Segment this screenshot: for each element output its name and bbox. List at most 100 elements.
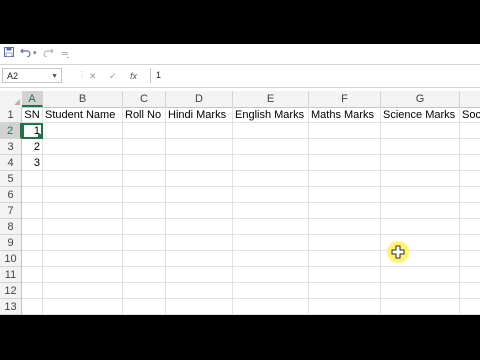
cell-e9[interactable] (233, 235, 309, 251)
column-header-h[interactable] (460, 91, 480, 107)
row-header-4[interactable]: 4 (0, 155, 22, 171)
cell-d12[interactable] (166, 283, 233, 299)
cell-c2[interactable] (123, 123, 166, 139)
cell-f8[interactable] (309, 219, 381, 235)
cell-a13[interactable] (22, 299, 43, 315)
cell-d4[interactable] (166, 155, 233, 171)
cell-h6[interactable] (460, 187, 480, 203)
row-header-12[interactable]: 12 (0, 283, 22, 299)
cell-g6[interactable] (381, 187, 460, 203)
chevron-down-icon[interactable]: ▼ (51, 69, 58, 84)
cell-f11[interactable] (309, 267, 381, 283)
cell-c13[interactable] (123, 299, 166, 315)
cell-a7[interactable] (22, 203, 43, 219)
cell-d10[interactable] (166, 251, 233, 267)
cell-c7[interactable] (123, 203, 166, 219)
cell-g1[interactable]: Science Marks (381, 107, 460, 123)
cell-e12[interactable] (233, 283, 309, 299)
cell-g13[interactable] (381, 299, 460, 315)
undo-dropdown-icon[interactable]: ▾ (33, 47, 37, 61)
cell-h4[interactable] (460, 155, 480, 171)
cell-e6[interactable] (233, 187, 309, 203)
cell-e1[interactable]: English Marks (233, 107, 309, 123)
cell-f12[interactable] (309, 283, 381, 299)
cell-e13[interactable] (233, 299, 309, 315)
cell-b1[interactable]: Student Name (43, 107, 123, 123)
row-header-5[interactable]: 5 (0, 171, 22, 187)
cell-d5[interactable] (166, 171, 233, 187)
name-box[interactable]: A2 ▼ (2, 68, 62, 83)
cell-g4[interactable] (381, 155, 460, 171)
save-icon[interactable] (4, 47, 14, 61)
cell-d8[interactable] (166, 219, 233, 235)
cell-g3[interactable] (381, 139, 460, 155)
cell-g12[interactable] (381, 283, 460, 299)
cell-h1[interactable]: Soc (460, 107, 480, 123)
cell-f9[interactable] (309, 235, 381, 251)
cancel-icon[interactable]: ✕ (89, 69, 97, 83)
customize-icon[interactable]: ═̱ (62, 47, 68, 61)
cell-a8[interactable] (22, 219, 43, 235)
cell-c3[interactable] (123, 139, 166, 155)
cell-e10[interactable] (233, 251, 309, 267)
row-header-6[interactable]: 6 (0, 187, 22, 203)
cell-f6[interactable] (309, 187, 381, 203)
cell-d3[interactable] (166, 139, 233, 155)
insert-function-icon[interactable]: fx (130, 69, 137, 83)
cell-b3[interactable] (43, 139, 123, 155)
cell-h3[interactable] (460, 139, 480, 155)
cell-e2[interactable] (233, 123, 309, 139)
cell-c5[interactable] (123, 171, 166, 187)
cell-c12[interactable] (123, 283, 166, 299)
cell-f1[interactable]: Maths Marks (309, 107, 381, 123)
cell-f13[interactable] (309, 299, 381, 315)
cell-a10[interactable] (22, 251, 43, 267)
cell-b13[interactable] (43, 299, 123, 315)
cell-b9[interactable] (43, 235, 123, 251)
cell-h12[interactable] (460, 283, 480, 299)
cell-h2[interactable] (460, 123, 480, 139)
cell-b8[interactable] (43, 219, 123, 235)
row-header-2[interactable]: 2 (0, 123, 22, 139)
cell-g8[interactable] (381, 219, 460, 235)
cell-d11[interactable] (166, 267, 233, 283)
cell-b10[interactable] (43, 251, 123, 267)
cell-c8[interactable] (123, 219, 166, 235)
cell-c6[interactable] (123, 187, 166, 203)
cell-a1[interactable]: SN (22, 107, 43, 123)
cell-a12[interactable] (22, 283, 43, 299)
cell-b4[interactable] (43, 155, 123, 171)
cell-c9[interactable] (123, 235, 166, 251)
row-header-8[interactable]: 8 (0, 219, 22, 235)
cell-e8[interactable] (233, 219, 309, 235)
column-header-a[interactable]: A (22, 91, 43, 107)
cell-c4[interactable] (123, 155, 166, 171)
row-header-11[interactable]: 11 (0, 267, 22, 283)
cell-d13[interactable] (166, 299, 233, 315)
cell-d6[interactable] (166, 187, 233, 203)
cell-a6[interactable] (22, 187, 43, 203)
cell-g5[interactable] (381, 171, 460, 187)
cell-a2[interactable]: 1 (22, 123, 43, 139)
row-header-13[interactable]: 13 (0, 299, 22, 315)
row-header-7[interactable]: 7 (0, 203, 22, 219)
cell-f10[interactable] (309, 251, 381, 267)
column-header-d[interactable]: D (166, 91, 233, 107)
cell-h10[interactable] (460, 251, 480, 267)
cell-h13[interactable] (460, 299, 480, 315)
cell-c11[interactable] (123, 267, 166, 283)
cell-f4[interactable] (309, 155, 381, 171)
column-header-f[interactable]: F (309, 91, 381, 107)
cell-b6[interactable] (43, 187, 123, 203)
cell-h9[interactable] (460, 235, 480, 251)
cell-g7[interactable] (381, 203, 460, 219)
cell-e5[interactable] (233, 171, 309, 187)
cell-b12[interactable] (43, 283, 123, 299)
cell-e11[interactable] (233, 267, 309, 283)
cell-h7[interactable] (460, 203, 480, 219)
formula-input[interactable]: 1 (150, 68, 480, 83)
column-header-e[interactable]: E (233, 91, 309, 107)
column-header-c[interactable]: C (123, 91, 166, 107)
cell-a9[interactable] (22, 235, 43, 251)
cell-d7[interactable] (166, 203, 233, 219)
